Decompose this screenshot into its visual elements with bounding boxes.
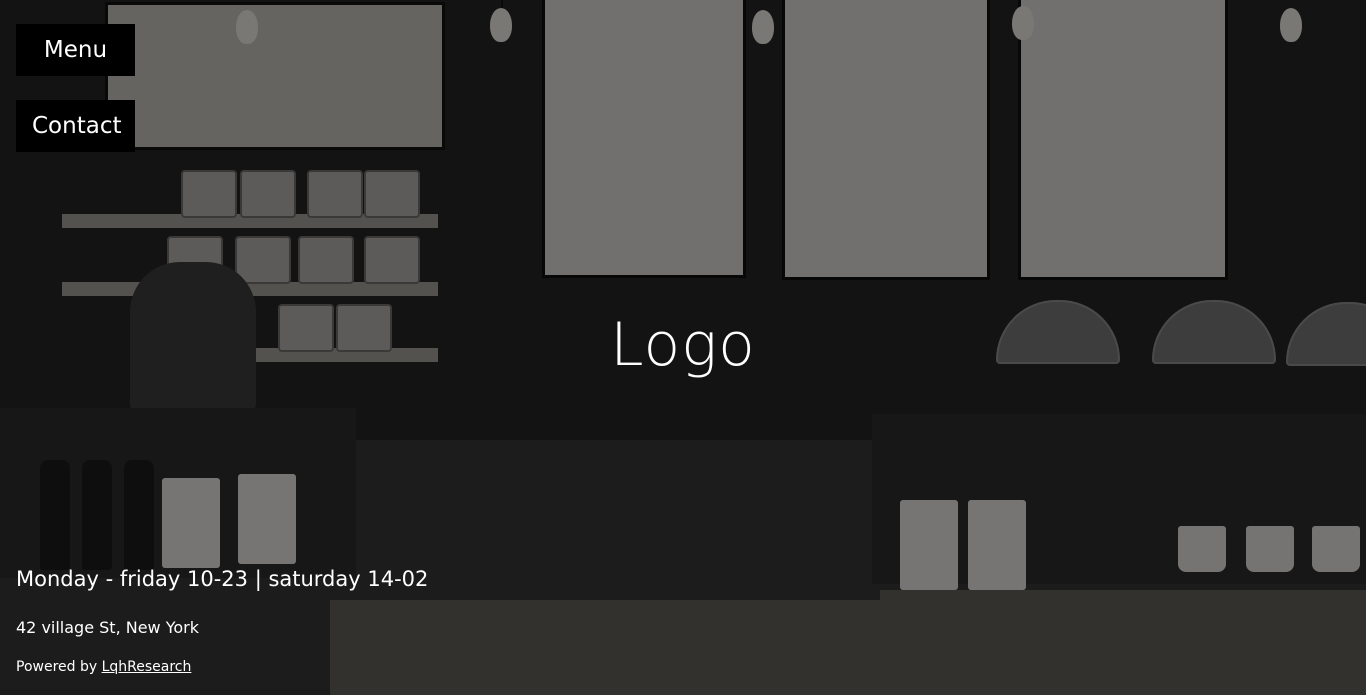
- menu-button[interactable]: Menu: [16, 24, 135, 76]
- address: 42 village St, New York: [16, 618, 200, 637]
- opening-hours: Monday - friday 10-23 | saturday 14-02: [16, 567, 429, 591]
- contact-button[interactable]: Contact: [16, 100, 135, 152]
- powered-by-link[interactable]: LqhResearch: [102, 659, 192, 675]
- powered-by: Powered by LqhResearch: [16, 659, 191, 675]
- site-logo[interactable]: Logo: [0, 310, 1366, 380]
- powered-by-prefix: Powered by: [16, 659, 102, 675]
- hero-section: Menu Contact Logo Monday - friday 10-23 …: [0, 0, 1366, 695]
